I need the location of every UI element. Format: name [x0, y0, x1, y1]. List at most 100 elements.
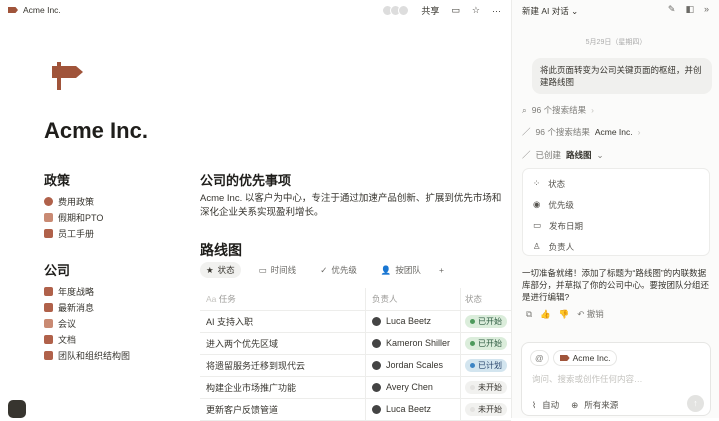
thumbs-up-icon[interactable]: 👍: [540, 309, 551, 320]
undo-button[interactable]: ↶ 撤销: [577, 308, 604, 320]
task-cell[interactable]: 构建企业市场推广功能: [200, 376, 366, 399]
avatar: [372, 317, 381, 327]
tab-priority[interactable]: ✓ 优先级: [314, 262, 363, 278]
owner-cell[interactable]: Luca Beetz: [365, 310, 461, 333]
link-pto[interactable]: 假期和PTO: [44, 209, 103, 225]
reply-actions: ⧉ 👍 👎 ↶ 撤销: [526, 308, 604, 320]
policy-heading: 政策: [44, 173, 71, 188]
collaborator-avatars[interactable]: [382, 5, 410, 16]
check-icon: ✓: [320, 264, 328, 275]
avatar: [372, 383, 381, 393]
star-icon: ★: [206, 264, 214, 275]
star-icon[interactable]: ☆: [472, 5, 480, 16]
link-news[interactable]: 最新消息: [44, 299, 130, 315]
link-handbook[interactable]: 员工手册: [44, 225, 103, 241]
link-expense[interactable]: 费用政策: [44, 193, 103, 209]
status-cell[interactable]: 已开始: [460, 332, 511, 355]
breadcrumb[interactable]: Acme Inc.: [8, 5, 61, 15]
link-org[interactable]: 团队和组织结构图: [44, 347, 130, 363]
more-icon[interactable]: ···: [492, 6, 501, 16]
status-badge: 已开始: [465, 336, 507, 350]
tab-timeline[interactable]: ▭ 时间线: [253, 262, 303, 278]
owner-cell[interactable]: Luca Beetz: [365, 398, 461, 421]
thumbs-down-icon[interactable]: 👎: [559, 309, 570, 320]
calendar-icon: [44, 286, 53, 296]
page-title[interactable]: Acme Inc.: [44, 118, 148, 144]
properties-card: ⁘ 状态 ◉ 优先级 ▭ 发布日期 ♙ 负责人: [522, 168, 710, 256]
calendar-icon: ▭: [258, 264, 267, 275]
add-view-icon[interactable]: +: [439, 265, 444, 275]
topbar: Acme Inc. 共享 ▭ ☆ ···: [0, 0, 511, 22]
created-step[interactable]: ／已创建 路线图 ⌄: [522, 149, 604, 161]
task-cell[interactable]: 进入两个优先区域: [200, 332, 366, 355]
link-meetings[interactable]: 会议: [44, 315, 130, 331]
table-row[interactable]: 进入两个优先区域 Kameron Shiller 已开始: [200, 332, 511, 355]
panel-toggle-icon[interactable]: ◧: [685, 4, 694, 15]
page-signpost-icon[interactable]: [50, 60, 84, 90]
status-icon: ⁘: [533, 178, 541, 188]
search-step[interactable]: ⌕ 96 个搜索结果 ›: [522, 104, 594, 116]
chat-title[interactable]: 新建 AI 对话 ⌄: [522, 5, 578, 17]
pencil-icon: ／: [522, 150, 531, 160]
signpost-icon: [8, 7, 18, 13]
link-strategy[interactable]: 年度战略: [44, 283, 130, 299]
attach-icon[interactable]: ⌇: [532, 400, 536, 411]
avatar: [372, 405, 381, 415]
owner-cell[interactable]: Kameron Shiller: [365, 332, 461, 355]
status-badge: 未开始: [465, 380, 507, 394]
priority-icon: ◉: [533, 199, 541, 209]
view-tabs: ★ 状态 ▭ 时间线 ✓ 优先级 👤 按团队 +: [200, 262, 444, 278]
send-button[interactable]: ↑: [687, 395, 704, 412]
roadmap-table: Aa 任务 负责人 状态 AI 支持入职 Luca Beetz 已开始 进入两个优先区…: [200, 288, 511, 421]
calendar-icon: ▭: [533, 220, 542, 230]
copy-icon[interactable]: ⧉: [526, 309, 532, 320]
chat-date: 5月29日（星期四）: [585, 39, 647, 46]
task-cell[interactable]: AI 支持入职: [200, 310, 366, 333]
tab-status[interactable]: ★ 状态: [200, 262, 241, 278]
avatar: [372, 339, 381, 349]
search-step-acme[interactable]: ／ 96 个搜索结果 Acme Inc. ›: [522, 126, 640, 138]
new-chat-icon[interactable]: ✎: [668, 4, 676, 15]
priorities-heading: 公司的优先事项: [200, 173, 292, 188]
status-cell[interactable]: 未开始: [460, 398, 511, 421]
status-cell[interactable]: 未开始: [460, 376, 511, 399]
person-icon: ♙: [533, 241, 541, 251]
help-button[interactable]: [8, 400, 26, 418]
link-docs[interactable]: 文档: [44, 331, 130, 347]
tab-team[interactable]: 👤 按团队: [375, 262, 427, 278]
owner-cell[interactable]: Avery Chen: [365, 376, 461, 399]
owner-cell[interactable]: Jordan Scales: [365, 354, 461, 377]
globe-icon: ⊕: [571, 399, 579, 410]
target-icon: [44, 196, 53, 206]
context-chip[interactable]: Acme Inc.: [552, 350, 618, 366]
status-badge: 已计划: [465, 358, 507, 372]
user-message: 将此页面转变为公司关键页面的枢纽，并创建路线图: [532, 58, 712, 94]
table-row[interactable]: 更新客户反馈管道 Luca Beetz 未开始: [200, 398, 511, 421]
page-area: Acme Inc. 共享 ▭ ☆ ··· Acme Inc. 政策 费用政策 假…: [0, 0, 511, 421]
status-badge: 已开始: [465, 314, 507, 328]
status-cell[interactable]: 已开始: [460, 310, 511, 333]
collapse-icon[interactable]: »: [704, 4, 709, 15]
task-cell[interactable]: 将遗留服务迁移到现代云: [200, 354, 366, 377]
priorities-text: Acme Inc. 以客户为中心，专注于通过加速产品创新、扩展到优先市场和深化企…: [200, 193, 502, 218]
document-icon: [44, 228, 53, 238]
company-section: 公司 年度战略 最新消息 会议 文档 团队和组织结构图: [44, 260, 130, 363]
document-icon: [44, 334, 53, 344]
list-icon: [44, 318, 53, 328]
table-row[interactable]: 构建企业市场推广功能 Avery Chen 未开始: [200, 376, 511, 399]
table-row[interactable]: AI 支持入职 Luca Beetz 已开始: [200, 310, 511, 333]
chat-input[interactable]: 询问、搜索或创作任何内容…: [532, 373, 643, 385]
breadcrumb-label: Acme Inc.: [23, 5, 61, 15]
pencil-icon: ／: [522, 127, 531, 137]
table-row[interactable]: 将遗留服务迁移到现代云 Jordan Scales 已计划: [200, 354, 511, 377]
table-header: Aa 任务 负责人 状态: [200, 288, 511, 311]
policy-section: 政策 费用政策 假期和PTO 员工手册: [44, 170, 103, 241]
mode-button[interactable]: 自动: [542, 399, 559, 411]
comment-icon[interactable]: ▭: [451, 5, 460, 16]
mention-button[interactable]: @: [530, 350, 549, 366]
status-cell[interactable]: 已计划: [460, 354, 511, 377]
sources-button[interactable]: 所有来源: [584, 399, 618, 411]
task-cell[interactable]: 更新客户反馈管道: [200, 398, 366, 421]
megaphone-icon: [44, 302, 53, 312]
share-button[interactable]: 共享: [421, 4, 439, 17]
